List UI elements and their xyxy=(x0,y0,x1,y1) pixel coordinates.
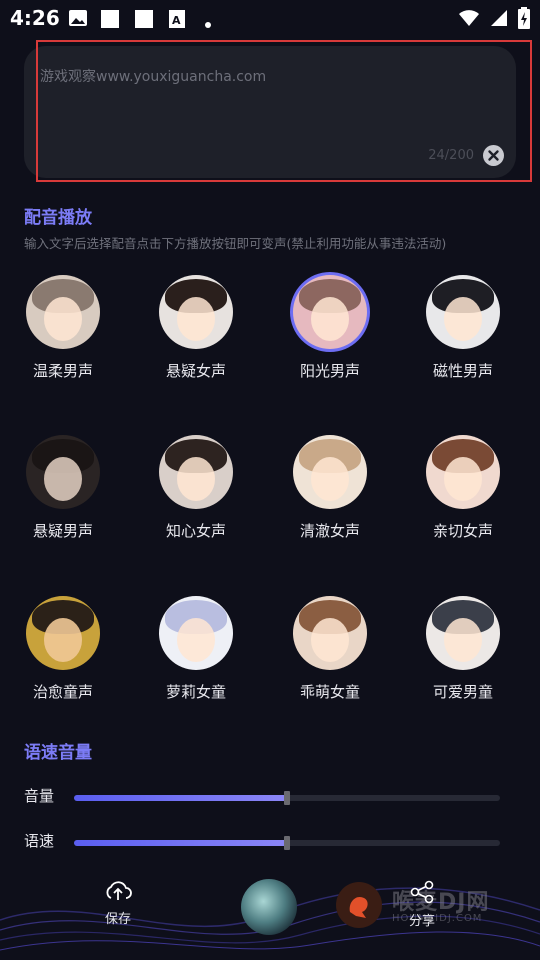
voice-label: 乖萌女童 xyxy=(299,683,360,701)
speed-volume-title: 语速音量 xyxy=(24,743,92,763)
share-icon xyxy=(409,880,435,908)
battery-charging-icon xyxy=(518,7,530,33)
volume-thumb[interactable] xyxy=(284,791,290,805)
avatar xyxy=(426,435,500,509)
watermark-logo-icon xyxy=(336,882,382,928)
voice-label: 萝莉女童 xyxy=(165,683,226,701)
voice-label: 温柔男声 xyxy=(32,362,93,380)
voice-label: 知心女声 xyxy=(165,522,226,540)
avatar xyxy=(293,275,367,349)
image-icon xyxy=(68,9,88,31)
notification-doc-icon xyxy=(134,9,154,33)
voice-option[interactable]: 治愈童声 xyxy=(3,596,123,702)
font-app-icon: A xyxy=(168,9,186,33)
status-bar: 4:26 A xyxy=(0,0,540,36)
volume-fill xyxy=(74,795,287,801)
text-input-box[interactable]: 游戏观察www.youxiguancha.com 24/200 xyxy=(24,46,516,178)
avatar xyxy=(426,596,500,670)
avatar xyxy=(159,435,233,509)
voice-label: 磁性男声 xyxy=(432,362,493,380)
voice-option[interactable]: 磁性男声 xyxy=(403,275,523,381)
save-label: 保存 xyxy=(104,912,131,927)
voice-label: 阳光男声 xyxy=(299,362,360,380)
clear-icon[interactable] xyxy=(483,145,504,166)
avatar xyxy=(26,435,100,509)
svg-text:A: A xyxy=(172,14,181,27)
signal-icon xyxy=(490,9,508,31)
share-label: 分享 xyxy=(408,914,435,929)
voice-option[interactable]: 可爱男童 xyxy=(403,596,523,702)
voice-label: 清澈女声 xyxy=(299,522,360,540)
voice-option[interactable]: 乖萌女童 xyxy=(270,596,390,702)
voice-label: 悬疑女声 xyxy=(165,362,226,380)
speed-label: 语速 xyxy=(24,832,55,850)
bottom-bar: 保存 喉麦DJ网 HOUMAIDJ.COM 分享 xyxy=(0,860,540,960)
dot-icon xyxy=(204,14,212,33)
voice-option[interactable]: 萝莉女童 xyxy=(136,596,256,702)
char-counter: 24/200 xyxy=(428,148,474,163)
volume-label: 音量 xyxy=(24,787,55,805)
play-button[interactable] xyxy=(241,879,297,935)
voice-label: 治愈童声 xyxy=(32,683,93,701)
voice-label: 悬疑男声 xyxy=(32,522,93,540)
avatar xyxy=(159,596,233,670)
volume-slider[interactable] xyxy=(74,791,500,805)
avatar xyxy=(293,596,367,670)
avatar xyxy=(426,275,500,349)
notification-doc-icon xyxy=(100,9,120,33)
volume-slider-row: 音量 xyxy=(24,785,500,809)
voice-label: 可爱男童 xyxy=(432,683,493,701)
upload-cloud-icon xyxy=(104,881,132,906)
status-time: 4:26 xyxy=(10,6,60,30)
voice-label: 亲切女声 xyxy=(432,522,493,540)
avatar xyxy=(293,435,367,509)
voice-section-subtitle: 输入文字后选择配音点击下方播放按钮即可变声(禁止利用功能从事违法活动) xyxy=(24,236,447,251)
voice-option[interactable]: 亲切女声 xyxy=(403,435,523,541)
voice-section-title: 配音播放 xyxy=(24,208,92,228)
voice-option[interactable]: 温柔男声 xyxy=(3,275,123,381)
speed-slider-row: 语速 xyxy=(24,830,500,854)
avatar xyxy=(26,275,100,349)
wifi-icon xyxy=(458,9,480,31)
voice-option[interactable]: 悬疑女声 xyxy=(136,275,256,381)
voice-option[interactable]: 知心女声 xyxy=(136,435,256,541)
voice-option[interactable]: 清澈女声 xyxy=(270,435,390,541)
share-button[interactable]: 分享 xyxy=(398,880,446,929)
text-input-content[interactable]: 游戏观察www.youxiguancha.com xyxy=(40,66,266,86)
avatar xyxy=(26,596,100,670)
save-button[interactable]: 保存 xyxy=(94,880,142,927)
speed-fill xyxy=(74,840,287,846)
speed-thumb[interactable] xyxy=(284,836,290,850)
voice-option[interactable]: 悬疑男声 xyxy=(3,435,123,541)
avatar xyxy=(159,275,233,349)
voice-option-selected[interactable]: 阳光男声 xyxy=(270,275,390,381)
speed-slider[interactable] xyxy=(74,836,500,850)
